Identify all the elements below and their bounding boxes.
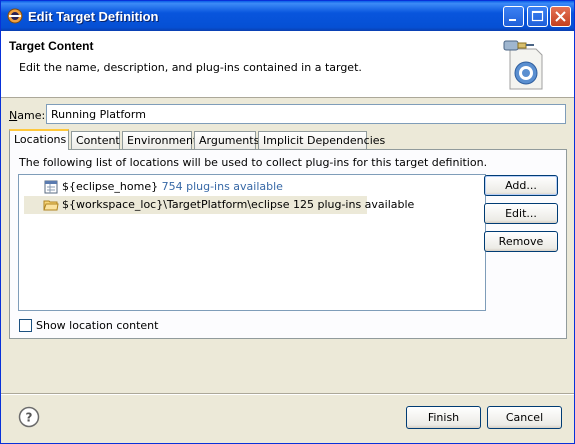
wizard-header: Target Content Edit the name, descriptio… bbox=[1, 31, 574, 98]
tab-arguments[interactable]: Arguments bbox=[194, 131, 259, 149]
remove-button[interactable]: Remove bbox=[484, 231, 558, 252]
name-label: Name: bbox=[9, 109, 46, 122]
folder-icon bbox=[43, 200, 59, 211]
finish-button[interactable]: Finish bbox=[406, 406, 481, 429]
location-status: 125 plug-ins available bbox=[292, 198, 415, 211]
tab-content[interactable]: Content bbox=[71, 131, 120, 149]
tab-locations[interactable]: Locations bbox=[9, 129, 69, 150]
header-title: Target Content bbox=[9, 39, 94, 53]
eclipse-logo-icon bbox=[7, 8, 23, 24]
minimize-button[interactable] bbox=[503, 6, 524, 27]
maximize-button[interactable] bbox=[527, 6, 548, 27]
locations-list[interactable]: ${eclipse_home} 754 plug-ins available $… bbox=[18, 174, 486, 311]
close-button[interactable] bbox=[550, 6, 571, 27]
name-input[interactable]: Running Platform bbox=[46, 104, 566, 124]
minimize-icon bbox=[509, 19, 516, 21]
maximize-icon bbox=[531, 10, 544, 22]
edit-button[interactable]: Edit... bbox=[484, 203, 558, 224]
installation-icon bbox=[44, 180, 58, 194]
location-path: ${eclipse_home} bbox=[62, 180, 159, 193]
svg-text:?: ? bbox=[26, 411, 33, 425]
cancel-button[interactable]: Cancel bbox=[487, 406, 562, 429]
add-button[interactable]: Add... bbox=[484, 175, 558, 196]
close-icon bbox=[555, 11, 566, 22]
locations-panel: The following list of locations will be … bbox=[9, 149, 567, 339]
title-bar[interactable]: Edit Target Definition bbox=[1, 1, 574, 31]
locations-description: The following list of locations will be … bbox=[19, 156, 488, 169]
show-location-content-checkbox[interactable] bbox=[19, 319, 32, 332]
list-item[interactable]: ${workspace_loc}\TargetPlatform\eclipse … bbox=[24, 196, 414, 214]
location-status: 754 plug-ins available bbox=[161, 180, 283, 193]
location-path: ${workspace_loc}\TargetPlatform\eclipse bbox=[62, 198, 290, 211]
help-icon[interactable]: ? bbox=[18, 406, 40, 428]
target-plugin-icon bbox=[503, 40, 543, 90]
footer-divider bbox=[1, 393, 574, 395]
header-description: Edit the name, description, and plug-ins… bbox=[19, 61, 362, 74]
window-title: Edit Target Definition bbox=[28, 9, 159, 24]
tab-environment[interactable]: Environment bbox=[122, 131, 197, 149]
tab-implicit-dependencies[interactable]: Implicit Dependencies bbox=[258, 131, 385, 149]
dialog-window: Edit Target Definition Target Content Ed… bbox=[0, 0, 575, 444]
show-location-content-label[interactable]: Show location content bbox=[36, 319, 158, 332]
